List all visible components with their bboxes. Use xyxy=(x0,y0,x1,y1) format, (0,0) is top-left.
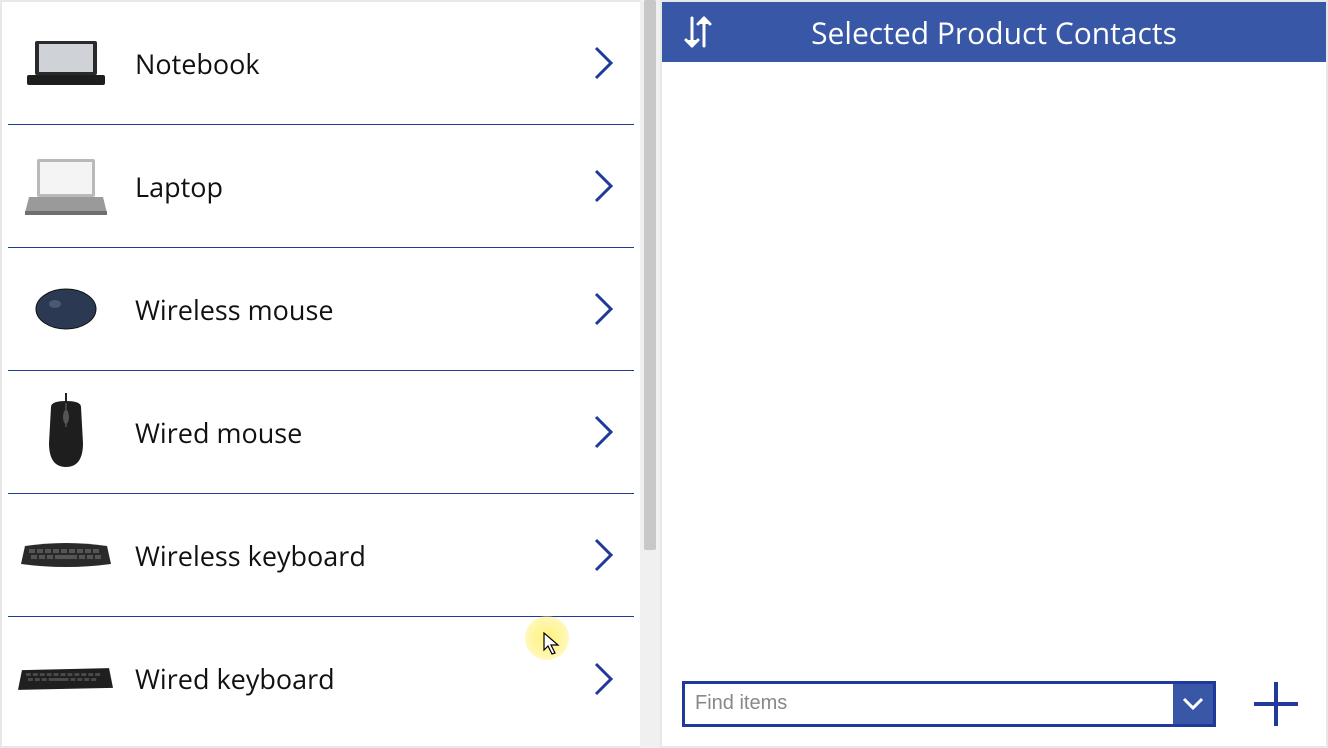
product-row-laptop[interactable]: Laptop xyxy=(8,125,634,248)
contacts-body xyxy=(662,62,1326,661)
chevron-right-icon xyxy=(584,538,624,572)
contacts-header-title: Selected Product Contacts xyxy=(732,12,1306,53)
keyboard-long-icon xyxy=(18,631,113,726)
chevron-right-icon xyxy=(584,292,624,326)
app-container: Notebook Laptop xyxy=(0,0,1328,748)
contacts-panel: Selected Product Contacts xyxy=(660,0,1328,748)
chevron-right-icon xyxy=(584,169,624,203)
contacts-footer xyxy=(662,661,1326,746)
mouse-icon xyxy=(18,262,113,357)
find-items-combobox[interactable] xyxy=(682,681,1216,727)
product-label: Wireless mouse xyxy=(113,291,584,328)
chevron-right-icon xyxy=(584,46,624,80)
product-row-wired-keyboard[interactable]: Wired keyboard xyxy=(8,617,634,740)
chevron-right-icon xyxy=(584,662,624,696)
add-button[interactable] xyxy=(1246,674,1306,734)
product-list: Notebook Laptop xyxy=(2,2,640,740)
product-label: Wired mouse xyxy=(113,414,584,451)
product-row-wired-mouse[interactable]: Wired mouse xyxy=(8,371,634,494)
scrollbar-thumb[interactable] xyxy=(644,0,656,550)
laptop-icon xyxy=(18,139,113,234)
product-label: Wireless keyboard xyxy=(113,537,584,574)
product-row-notebook[interactable]: Notebook xyxy=(8,2,634,125)
chevron-right-icon xyxy=(584,415,624,449)
product-row-wireless-mouse[interactable]: Wireless mouse xyxy=(8,248,634,371)
find-items-input[interactable] xyxy=(685,684,1173,724)
notebook-icon xyxy=(18,16,113,111)
product-row-wireless-keyboard[interactable]: Wireless keyboard xyxy=(8,494,634,617)
sort-icon[interactable] xyxy=(682,14,732,50)
scrollbar[interactable] xyxy=(640,0,660,748)
product-label: Wired keyboard xyxy=(113,660,584,697)
product-label: Notebook xyxy=(113,45,584,82)
product-label: Laptop xyxy=(113,168,584,205)
product-list-panel: Notebook Laptop xyxy=(0,0,640,748)
find-items-dropdown-button[interactable] xyxy=(1173,684,1213,724)
keyboard-icon xyxy=(18,508,113,603)
mouse-wired-icon xyxy=(18,385,113,480)
contacts-header: Selected Product Contacts xyxy=(662,2,1326,62)
